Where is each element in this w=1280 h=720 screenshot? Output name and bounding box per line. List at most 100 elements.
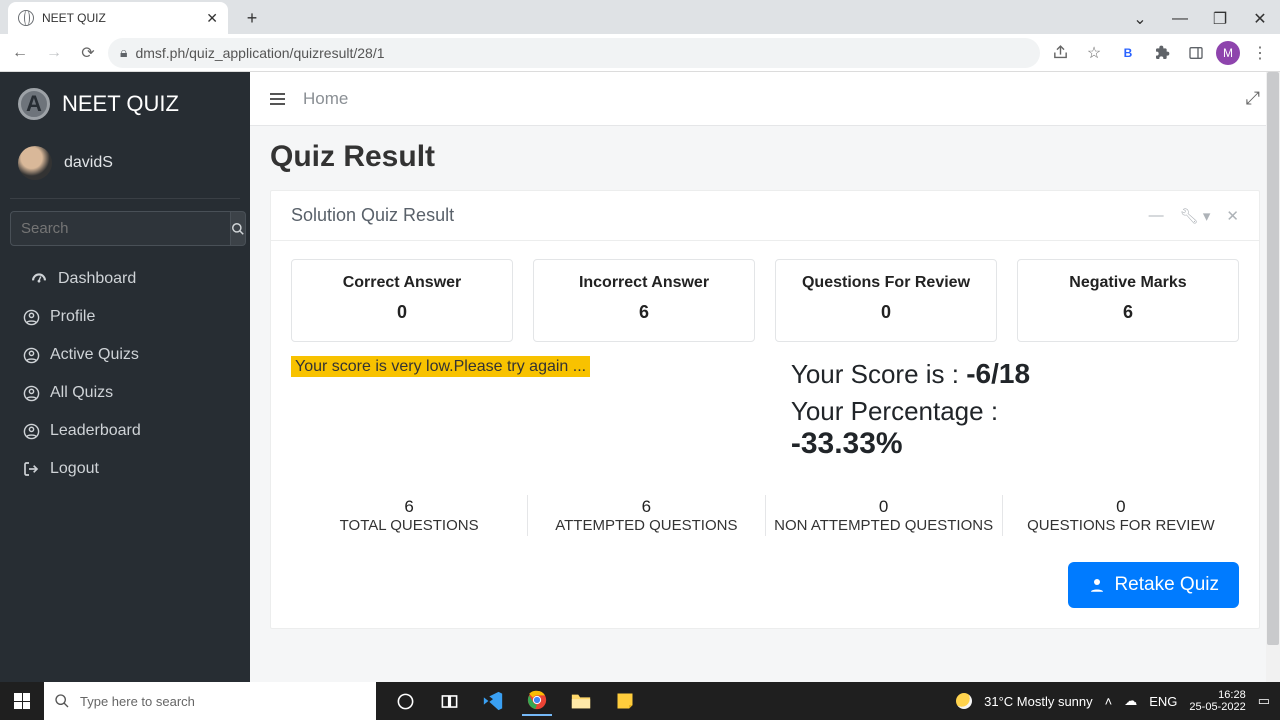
system-clock[interactable]: 16:28 25-05-2022	[1189, 689, 1245, 713]
scrollbar-thumb[interactable]	[1267, 72, 1279, 645]
window-close-button[interactable]: ✕	[1240, 4, 1280, 34]
hamburger-icon[interactable]	[270, 93, 285, 105]
share-icon[interactable]	[1046, 39, 1074, 67]
dashboard-icon	[30, 272, 48, 286]
sidebar-item-logout[interactable]: Logout	[0, 450, 250, 488]
reload-button[interactable]: ⟳	[74, 39, 102, 67]
new-tab-button[interactable]: +	[240, 6, 264, 30]
tab-title: NEET QUIZ	[42, 11, 106, 25]
cortana-icon[interactable]	[390, 686, 420, 716]
user-icon	[1088, 576, 1106, 594]
action-center-icon[interactable]: ▭	[1258, 693, 1270, 709]
browser-tabstrip: NEET QUIZ ✕ + ⌄ ― ❐ ✕	[0, 0, 1280, 34]
stats-row: Correct Answer 0 Incorrect Answer 6 Ques…	[271, 241, 1259, 358]
weather-icon	[956, 693, 972, 709]
windows-icon	[14, 693, 30, 709]
stat-value: 6	[1026, 302, 1230, 323]
app-viewport: A NEET QUIZ davidS Dashboard	[0, 72, 1280, 682]
start-button[interactable]	[0, 682, 44, 720]
logout-icon	[22, 461, 40, 477]
windows-taskbar: Type here to search 31°C Mostly sunny ˄ …	[0, 682, 1280, 720]
sticky-notes-icon[interactable]	[610, 686, 640, 716]
search-input[interactable]	[10, 211, 231, 246]
stat-value: 6	[542, 302, 746, 323]
chrome-icon[interactable]	[522, 686, 552, 716]
ime-indicator[interactable]: ENG	[1149, 694, 1177, 709]
vscode-icon[interactable]	[478, 686, 508, 716]
stat-label: Questions For Review	[784, 274, 988, 292]
globe-icon	[18, 10, 34, 26]
user-icon	[22, 347, 40, 364]
stat-correct: Correct Answer 0	[291, 259, 513, 342]
summary-total: 6 TOTAL QUESTIONS	[291, 495, 527, 536]
file-explorer-icon[interactable]	[566, 686, 596, 716]
close-tab-icon[interactable]: ✕	[206, 10, 218, 27]
scrollbar[interactable]	[1266, 72, 1280, 682]
user-icon	[22, 385, 40, 402]
panel-close-icon[interactable]: ✕	[1226, 207, 1239, 225]
sidepanel-icon[interactable]	[1182, 39, 1210, 67]
window-minimize-button[interactable]: ―	[1160, 4, 1200, 34]
score-area: Your score is very low.Please try again …	[271, 358, 1259, 465]
user-avatar	[18, 146, 52, 180]
window-restore-button[interactable]: ❐	[1200, 4, 1240, 34]
sidebar-item-leaderboard[interactable]: Leaderboard	[0, 412, 250, 450]
fullscreen-icon[interactable]: ⤢	[1246, 88, 1260, 109]
sidebar-item-all-quizs[interactable]: All Quizs	[0, 374, 250, 412]
user-name: davidS	[64, 154, 113, 172]
brand[interactable]: A NEET QUIZ	[0, 72, 250, 136]
extension-b[interactable]: B	[1114, 39, 1142, 67]
retake-quiz-button[interactable]: Retake Quiz	[1068, 562, 1239, 608]
stat-label: Negative Marks	[1026, 274, 1230, 292]
sidebar-item-label: All Quizs	[50, 384, 113, 402]
forward-button[interactable]: →	[40, 39, 68, 67]
summary-review: 0 QUESTIONS FOR REVIEW	[1002, 495, 1239, 536]
sidebar-user[interactable]: davidS	[0, 136, 250, 198]
stat-value: 0	[784, 302, 988, 323]
task-view-icon[interactable]	[434, 686, 464, 716]
main-area: Home ⤢ Quiz Result Solution Quiz Result …	[250, 72, 1280, 682]
divider	[10, 198, 240, 199]
bookmark-icon[interactable]: ☆	[1080, 39, 1108, 67]
tray-cloud-icon[interactable]: ☁	[1124, 693, 1137, 709]
stat-label: Incorrect Answer	[542, 274, 746, 292]
panel-settings-icon[interactable]: 🔧︎ ▾	[1180, 207, 1211, 225]
sidebar-nav: Dashboard Profile Active Quizs All Quizs	[0, 260, 250, 488]
page-title: Quiz Result	[250, 126, 1280, 182]
taskbar-search[interactable]: Type here to search	[44, 682, 376, 720]
panel-title: Solution Quiz Result	[291, 205, 454, 226]
lock-icon: 🔒︎	[120, 44, 127, 61]
tray-chevron-icon[interactable]: ˄	[1105, 694, 1113, 709]
brand-title: NEET QUIZ	[62, 91, 179, 117]
stat-review: Questions For Review 0	[775, 259, 997, 342]
browser-tab-active[interactable]: NEET QUIZ ✕	[8, 2, 228, 34]
profile-avatar[interactable]: M	[1216, 41, 1240, 65]
summary-nonattempted: 0 NON ATTEMPTED QUESTIONS	[765, 495, 1002, 536]
weather-text[interactable]: 31°C Mostly sunny	[984, 694, 1093, 709]
result-panel: Solution Quiz Result — 🔧︎ ▾ ✕ Correct An…	[270, 190, 1260, 629]
extensions-icon[interactable]	[1148, 39, 1176, 67]
stat-value: 0	[300, 302, 504, 323]
browser-toolbar: ← → ⟳ 🔒︎ dmsf.ph/quiz_application/quizre…	[0, 34, 1280, 72]
panel-minimize-icon[interactable]: —	[1149, 207, 1164, 225]
stat-incorrect: Incorrect Answer 6	[533, 259, 755, 342]
url-bar[interactable]: 🔒︎ dmsf.ph/quiz_application/quizresult/2…	[108, 38, 1040, 68]
user-icon	[22, 309, 40, 326]
warning-banner: Your score is very low.Please try again …	[291, 356, 590, 377]
back-button[interactable]: ←	[6, 39, 34, 67]
user-icon	[22, 423, 40, 440]
breadcrumb[interactable]: Home	[303, 89, 348, 109]
stat-label: Correct Answer	[300, 274, 504, 292]
sidebar-item-label: Active Quizs	[50, 346, 139, 364]
sidebar-item-label: Leaderboard	[50, 422, 141, 440]
summary-attempted: 6 ATTEMPTED QUESTIONS	[527, 495, 764, 536]
search-button[interactable]	[231, 211, 246, 246]
sidebar-item-active-quizs[interactable]: Active Quizs	[0, 336, 250, 374]
sidebar-item-label: Logout	[50, 460, 99, 478]
chevron-down-icon[interactable]: ⌄	[1120, 4, 1160, 34]
sidebar-item-label: Profile	[50, 308, 95, 326]
search-icon	[54, 693, 70, 709]
sidebar-item-profile[interactable]: Profile	[0, 298, 250, 336]
menu-icon[interactable]: ⋮	[1246, 39, 1274, 67]
sidebar-item-dashboard[interactable]: Dashboard	[0, 260, 250, 298]
